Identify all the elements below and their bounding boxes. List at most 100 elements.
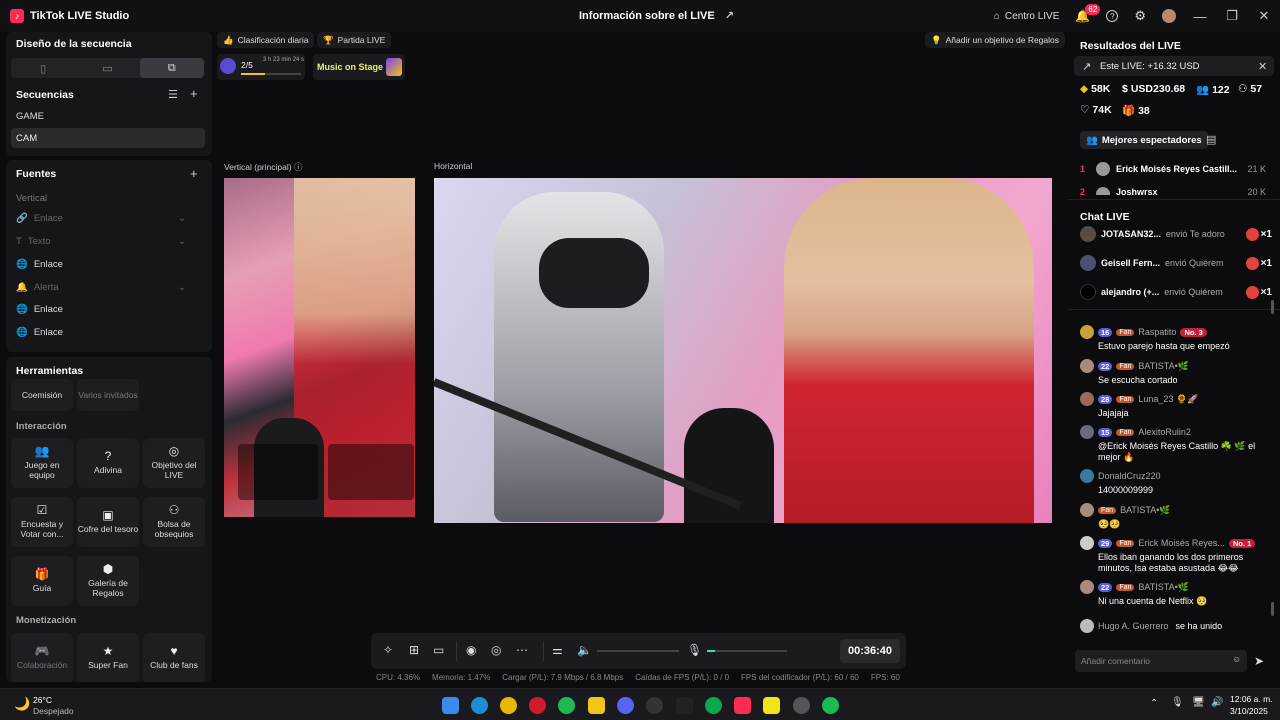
spotify-icon[interactable] bbox=[822, 697, 839, 714]
gear-icon: ⚙ bbox=[1134, 8, 1146, 23]
mic-tray-icon[interactable]: 🎙 bbox=[1171, 697, 1184, 708]
globe-icon: 🌐 bbox=[16, 304, 28, 315]
settings-button[interactable]: ⚙ bbox=[1126, 0, 1154, 32]
gift-scrollbar[interactable] bbox=[1271, 300, 1274, 314]
source-item[interactable]: 🌐 Enlace bbox=[16, 304, 186, 315]
live-info-title[interactable]: Información sobre el LIVE ↗ bbox=[579, 9, 734, 23]
help-icon: ? bbox=[1106, 10, 1119, 22]
tiktok-icon[interactable] bbox=[734, 697, 751, 714]
chevron-down-icon[interactable]: ⌄ bbox=[178, 213, 186, 224]
vertical-preview[interactable] bbox=[224, 178, 415, 517]
chrome-icon[interactable] bbox=[500, 697, 517, 714]
globe-icon: 🌐 bbox=[16, 259, 28, 270]
speaker-volume-slider[interactable] bbox=[597, 650, 679, 652]
windows-start-icon[interactable] bbox=[442, 697, 459, 714]
monitor-icon[interactable]: 🖥 bbox=[1192, 697, 1205, 708]
tool-live-goal[interactable]: ◎ Objetivo del LIVE bbox=[143, 438, 205, 488]
clock-time[interactable]: 12:06 a. m. bbox=[1230, 694, 1273, 704]
daily-ranking-chip[interactable]: 👍 Clasificación diaria bbox=[217, 32, 315, 48]
record-icon[interactable]: ◉ bbox=[466, 643, 476, 657]
stat-likes: ♡ 74K bbox=[1080, 104, 1112, 116]
top-viewers-tab[interactable]: 👥 Mejores espectadores bbox=[1080, 131, 1208, 149]
goal-progress-widget[interactable]: 2/5 3 h 23 min 24 s bbox=[217, 54, 305, 80]
chat-scrollbar[interactable] bbox=[1271, 602, 1274, 616]
tool-multi-guest[interactable]: Varios invitados bbox=[77, 379, 139, 411]
tool-team-game[interactable]: 👥 Juego en equipo bbox=[11, 438, 73, 488]
info-icon[interactable]: ⓘ bbox=[294, 162, 303, 172]
goal-time: 3 h 23 min 24 s bbox=[263, 57, 305, 63]
mic-volume-slider[interactable] bbox=[707, 650, 787, 652]
leaderboard-row[interactable]: 1 Erick Moisés Reyes Castill... 21 K bbox=[1080, 162, 1266, 176]
vertical-layout-icon[interactable]: ▯ bbox=[11, 58, 75, 78]
opera-icon[interactable] bbox=[529, 697, 546, 714]
more-icon[interactable]: ⋯ bbox=[516, 643, 528, 657]
chevron-down-icon[interactable]: ⌄ bbox=[178, 236, 186, 247]
camera-icon[interactable]: ◎ bbox=[491, 643, 501, 657]
xbox-icon[interactable] bbox=[705, 697, 722, 714]
minimize-button[interactable]: — bbox=[1184, 9, 1216, 24]
sliders-icon[interactable]: ⚌ bbox=[552, 643, 563, 657]
emoji-icon[interactable]: ☺ bbox=[1232, 654, 1241, 664]
notes-icon[interactable] bbox=[763, 697, 780, 714]
tool-gift-bag[interactable]: ⚇ Bolsa de obsequios bbox=[143, 497, 205, 547]
sequence-item-cam[interactable]: CAM bbox=[11, 128, 205, 148]
sequence-item-game[interactable]: GAME bbox=[16, 111, 44, 122]
list-icon[interactable]: ☰ bbox=[168, 88, 178, 101]
notifications-button[interactable]: 🔔 62 bbox=[1067, 0, 1101, 32]
horizontal-preview[interactable] bbox=[434, 178, 1052, 523]
horizontal-layout-icon[interactable]: ▭ bbox=[75, 58, 139, 78]
tool-label: Club de fans bbox=[150, 660, 198, 670]
source-item[interactable]: 🌐 Enlace bbox=[16, 327, 186, 338]
edge-icon[interactable] bbox=[471, 697, 488, 714]
comment-input[interactable]: Añadir comentario ☺ bbox=[1075, 650, 1247, 672]
tool-guide[interactable]: 🎁 Guía bbox=[11, 556, 73, 606]
chevron-up-icon[interactable]: ⌃ bbox=[1150, 698, 1158, 709]
settings-app-icon[interactable] bbox=[793, 697, 810, 714]
tool-coemision[interactable]: Coemisión bbox=[11, 379, 73, 411]
weather-icon[interactable]: 🌙 bbox=[14, 696, 30, 712]
speaker-icon[interactable]: 🔈 bbox=[577, 643, 592, 657]
source-item[interactable]: 🔗 Enlace ⌄ bbox=[16, 213, 186, 224]
magic-wand-icon[interactable]: ✧ bbox=[383, 643, 393, 657]
source-label: Enlace bbox=[33, 327, 63, 338]
screen-icon[interactable]: ▭ bbox=[433, 643, 444, 657]
add-scene-icon[interactable]: ⊞ bbox=[409, 643, 419, 657]
steam-icon[interactable] bbox=[646, 697, 663, 714]
microphone-icon[interactable]: 🎙 bbox=[687, 643, 702, 657]
leaderboard-row[interactable]: 2 Joshwrsx 20 K bbox=[1080, 187, 1266, 195]
send-icon[interactable]: ➤ bbox=[1254, 654, 1264, 668]
chevron-down-icon[interactable]: ⌄ bbox=[178, 282, 186, 293]
help-button[interactable]: ? bbox=[1098, 0, 1126, 32]
share-icon[interactable]: ↗ bbox=[725, 9, 734, 22]
sequence-design-panel: Diseño de la secuencia ▯ ▭ ⧉ Secuencias … bbox=[6, 32, 212, 156]
spotify-icon[interactable] bbox=[558, 697, 575, 714]
close-button[interactable]: ✕ bbox=[1248, 8, 1280, 24]
source-item[interactable]: T Texto ⌄ bbox=[16, 236, 186, 247]
clock-date[interactable]: 3/10/2025 bbox=[1230, 706, 1268, 716]
tools-panel: Herramientas Coemisión Varios invitados … bbox=[6, 357, 212, 682]
tool-fan-club[interactable]: ♥ Club de fans bbox=[143, 633, 205, 682]
source-item[interactable]: 🔔 Alerta ⌄ bbox=[16, 282, 186, 293]
close-icon[interactable]: ✕ bbox=[1258, 60, 1267, 73]
add-sequence-icon[interactable]: + bbox=[190, 86, 198, 101]
tool-super-fan[interactable]: ★ Super Fan bbox=[77, 633, 139, 682]
list-icon[interactable]: ▤ bbox=[1206, 133, 1216, 146]
maximize-button[interactable]: ❐ bbox=[1216, 8, 1248, 24]
volume-icon[interactable]: 🔊 bbox=[1211, 697, 1223, 708]
source-item[interactable]: 🌐 Enlace bbox=[16, 259, 186, 270]
tool-poll[interactable]: ☑ Encuesta y Votar con... bbox=[11, 497, 73, 547]
discord-icon[interactable] bbox=[617, 697, 634, 714]
tool-collaboration[interactable]: 🎮 Colaboración bbox=[11, 633, 73, 682]
live-match-chip[interactable]: 🏆 Partida LIVE bbox=[317, 32, 392, 48]
folder-icon[interactable] bbox=[588, 697, 605, 714]
tool-guess[interactable]: ? Adivina bbox=[77, 438, 139, 488]
dual-layout-icon[interactable]: ⧉ bbox=[139, 58, 204, 78]
tool-treasure-chest[interactable]: ▣ Cofre del tesoro bbox=[77, 497, 139, 547]
music-on-stage-widget[interactable]: Music on Stage bbox=[313, 54, 405, 80]
add-gift-goal-button[interactable]: 💡 Añadir un objetivo de Regalos bbox=[925, 32, 1066, 48]
centro-live-button[interactable]: ⌂ Centro LIVE bbox=[986, 0, 1068, 32]
add-source-icon[interactable]: + bbox=[190, 166, 198, 181]
profile-button[interactable] bbox=[1154, 0, 1184, 32]
tool-gift-gallery[interactable]: ⬢ Galería de Regalos bbox=[77, 556, 139, 606]
tf-icon[interactable] bbox=[676, 697, 693, 714]
